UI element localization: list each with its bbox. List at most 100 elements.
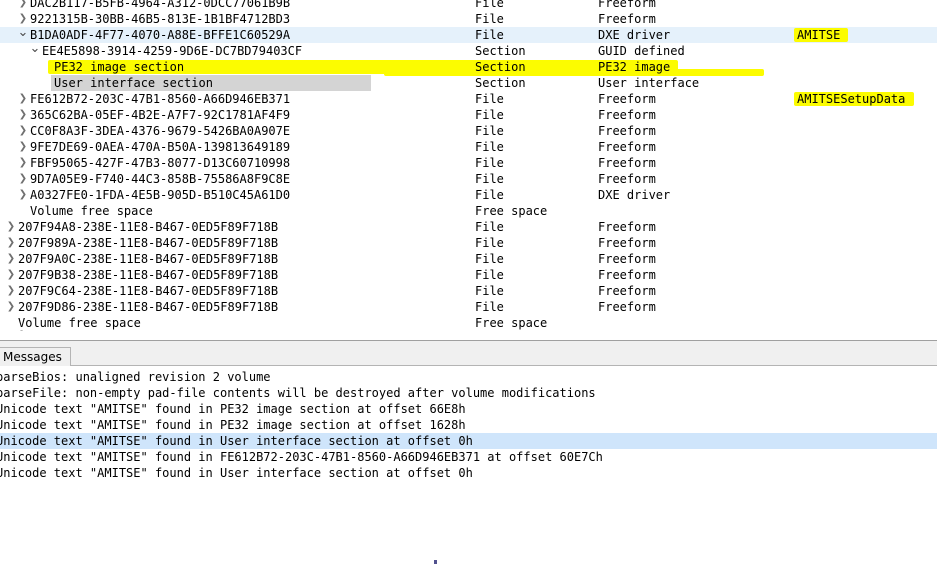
tree-item-type: File xyxy=(475,172,504,186)
tree-row[interactable]: ❯ 207F9A0C-238E-11E8-B467-0ED5F89F718B Fil… xyxy=(0,251,937,267)
tree-row[interactable]: ❯ 9FE7DE69-0AEA-470A-B50A-139813649189 Fil… xyxy=(0,139,937,155)
tree-item-name: Volume free space xyxy=(18,316,141,330)
tree-item-name: FBF95065-427F-47B3-8077-D13C60710998 xyxy=(30,156,291,170)
tree-item-subtype: Freeform xyxy=(598,300,656,314)
tree-row[interactable]: Volume free space Free space xyxy=(0,203,937,219)
tree-item-type: File xyxy=(475,220,504,234)
tree-item-subtype: PE32 image xyxy=(598,60,671,74)
tree-item-name: 207F9B38-238E-11E8-B467-0ED5F89F718B xyxy=(18,268,279,282)
tree-row[interactable]: ❯ 9D7A05E9-F740-44C3-858B-75586A8F9C8E Fil… xyxy=(0,171,937,187)
message-row[interactable]: Unicode text "AMITSE" found in PE32 imag… xyxy=(0,401,937,417)
tree-item-subtype: GUID defined xyxy=(598,44,685,58)
tree-row-clipped-partial[interactable]: ❯ 207F9EA2-238E-11E8-B467-0ED5F89F718B F… xyxy=(0,330,937,340)
messages-tabstrip: Messages xyxy=(0,347,937,366)
chevron-right-icon[interactable]: ❯ xyxy=(17,139,29,155)
tree-item-subtype: Freeform xyxy=(598,284,656,298)
tree-row[interactable]: Volume free space Free space xyxy=(0,315,937,331)
tree-item-type: Free space xyxy=(475,204,548,218)
tree-item-type: File xyxy=(475,140,504,154)
chevron-right-icon[interactable]: ❯ xyxy=(17,107,29,123)
tree-item-subtype: Freeform xyxy=(598,156,656,170)
messages-pane[interactable]: Messages parseBios: unaligned revision 2… xyxy=(0,347,937,565)
tabstrip-baseline xyxy=(0,365,937,366)
tree-row[interactable]: User interface section Section User interf… xyxy=(0,75,937,91)
tree-item-type: Section xyxy=(475,76,526,90)
tree-row[interactable]: ⌄ B1DA0ADF-4F77-4070-A88E-BFFE1C60529A Fil… xyxy=(0,26,937,43)
message-text: Unicode text "AMITSE" found in User inte… xyxy=(0,466,473,480)
tree-item-name: 207F9A0C-238E-11E8-B467-0ED5F89F718B xyxy=(18,252,279,266)
message-text: parseBios: unaligned revision 2 volume xyxy=(0,370,271,384)
tree-item-type: File xyxy=(475,236,504,250)
cursor-artifact xyxy=(434,560,437,564)
tree-item-type: File xyxy=(475,252,504,266)
message-row[interactable]: Unicode text "AMITSE" found in User inte… xyxy=(0,465,937,481)
chevron-right-icon[interactable]: ❯ xyxy=(5,267,17,283)
tree-row[interactable]: ❯ 207F989A-238E-11E8-B467-0ED5F89F718B Fil… xyxy=(0,235,937,251)
tree-item-name: DAC2B117-B5FB-4964-A312-0DCC77061B9B xyxy=(30,0,291,10)
tree-item-subtype: Freeform xyxy=(598,220,656,234)
tree-item-name: 207F9C64-238E-11E8-B467-0ED5F89F718B xyxy=(18,284,279,298)
message-row[interactable]: parseBios: unaligned revision 2 volume xyxy=(0,369,937,385)
tree-item-name: A0327FE0-1FDA-4E5B-905D-B510C45A61D0 xyxy=(30,188,291,202)
tab-messages[interactable]: Messages xyxy=(0,347,71,366)
tree-row[interactable]: ❯ A0327FE0-1FDA-4E5B-905D-B510C45A61D0 Fil… xyxy=(0,187,937,203)
chevron-right-icon[interactable]: ❯ xyxy=(5,251,17,267)
tree-item-subtype: Freeform xyxy=(598,108,656,122)
tree-item-name: 207F9D86-238E-11E8-B467-0ED5F89F718B xyxy=(18,300,279,314)
tree-row[interactable]: ❯ 207F94A8-238E-11E8-B467-0ED5F89F718B Fil… xyxy=(0,219,937,235)
tree-item-type: File xyxy=(475,188,504,202)
tree-row[interactable]: PE32 image section Section PE32 image xyxy=(0,59,937,76)
chevron-right-icon[interactable]: ❯ xyxy=(17,123,29,139)
tree-row-container: ❯ DAC2B117-B5FB-4964-A312-0DCC77061B9B Fil… xyxy=(0,0,937,331)
tree-item-name: 9221315B-30BB-46B5-813E-1B1BF4712BD3 xyxy=(30,12,291,26)
chevron-right-icon[interactable]: ❯ xyxy=(5,235,17,251)
messages-list[interactable]: parseBios: unaligned revision 2 volume pa… xyxy=(0,369,937,481)
tree-row[interactable]: ❯ CC0F8A3F-3DEA-4376-9679-5426BA0A907E Fil… xyxy=(0,123,937,139)
tree-item-subtype: Freeform xyxy=(598,124,656,138)
chevron-right-icon[interactable]: ❯ xyxy=(17,91,29,107)
chevron-right-icon[interactable]: ❯ xyxy=(5,283,17,299)
chevron-right-icon[interactable]: ❯ xyxy=(17,155,29,171)
tree-item-type: File xyxy=(475,156,504,170)
tree-item-name: FE612B72-203C-47B1-8560-A66D946EB371 xyxy=(30,92,291,106)
message-row[interactable]: Unicode text "AMITSE" found in PE32 imag… xyxy=(0,417,937,433)
tree-row[interactable]: ❯ FBF95065-427F-47B3-8077-D13C60710998 Fil… xyxy=(0,155,937,171)
tree-row[interactable]: ❯ 9221315B-30BB-46B5-813E-1B1BF4712BD3 Fil… xyxy=(0,11,937,27)
tree-item-name: 207F989A-238E-11E8-B467-0ED5F89F718B xyxy=(18,236,279,250)
tree-item-type: File xyxy=(475,108,504,122)
tree-row[interactable]: ❯ 207F9C64-238E-11E8-B467-0ED5F89F718B Fil… xyxy=(0,283,937,299)
chevron-right-icon[interactable]: ❯ xyxy=(5,299,17,315)
tree-item-type: File xyxy=(475,12,504,26)
message-text: Unicode text "AMITSE" found in PE32 imag… xyxy=(0,418,466,432)
message-text: Unicode text "AMITSE" found in User inte… xyxy=(0,434,473,448)
tree-item-name: 9D7A05E9-F740-44C3-858B-75586A8F9C8E xyxy=(30,172,291,186)
tree-item-type: File xyxy=(475,0,504,10)
message-row[interactable]: parseFile: non-empty pad-file contents w… xyxy=(0,385,937,401)
tree-row[interactable]: ⌄ EE4E5898-3914-4259-9D6E-DC7BD79403CF Sec… xyxy=(0,42,937,59)
tree-item-subtype: DXE driver xyxy=(598,188,671,202)
tree-row[interactable]: ❯ DAC2B117-B5FB-4964-A312-0DCC77061B9B Fil… xyxy=(0,0,937,11)
chevron-right-icon[interactable]: ❯ xyxy=(17,0,29,11)
tree-item-subtype: Freeform xyxy=(598,92,656,106)
tree-item-subtype: DXE driver xyxy=(598,28,671,42)
tree-row[interactable]: ❯ FE612B72-203C-47B1-8560-A66D946EB371 Fil… xyxy=(0,91,937,107)
message-text: Unicode text "AMITSE" found in PE32 imag… xyxy=(0,402,466,416)
tree-item-type: File xyxy=(475,268,504,282)
tree-row[interactable]: ❯ 207F9B38-238E-11E8-B467-0ED5F89F718B Fil… xyxy=(0,267,937,283)
tree-item-type: File xyxy=(475,28,504,42)
tree-item-name: B1DA0ADF-4F77-4070-A88E-BFFE1C60529A xyxy=(30,28,291,42)
chevron-down-icon[interactable]: ⌄ xyxy=(29,42,41,59)
tree-item-text: AMITSE xyxy=(797,28,841,42)
tree-row[interactable]: ❯ 207F9D86-238E-11E8-B467-0ED5F89F718B Fil… xyxy=(0,299,937,315)
pane-splitter[interactable] xyxy=(0,340,937,347)
tree-item-name: CC0F8A3F-3DEA-4376-9679-5426BA0A907E xyxy=(30,124,291,138)
firmware-structure-tree[interactable]: ❯ DAC2B117-B5FB-4964-A312-0DCC77061B9B Fil… xyxy=(0,0,937,341)
chevron-right-icon[interactable]: ❯ xyxy=(5,219,17,235)
chevron-down-icon[interactable]: ⌄ xyxy=(17,26,29,43)
tree-item-name: EE4E5898-3914-4259-9D6E-DC7BD79403CF xyxy=(42,44,303,58)
chevron-right-icon[interactable]: ❯ xyxy=(17,171,29,187)
chevron-right-icon[interactable]: ❯ xyxy=(17,187,29,203)
tree-row[interactable]: ❯ 365C62BA-05EF-4B2E-A7F7-92C1781AF4F9 Fil… xyxy=(0,107,937,123)
message-row[interactable]: Unicode text "AMITSE" found in FE612B72-… xyxy=(0,449,937,465)
message-row[interactable]: Unicode text "AMITSE" found in User inte… xyxy=(0,433,937,449)
